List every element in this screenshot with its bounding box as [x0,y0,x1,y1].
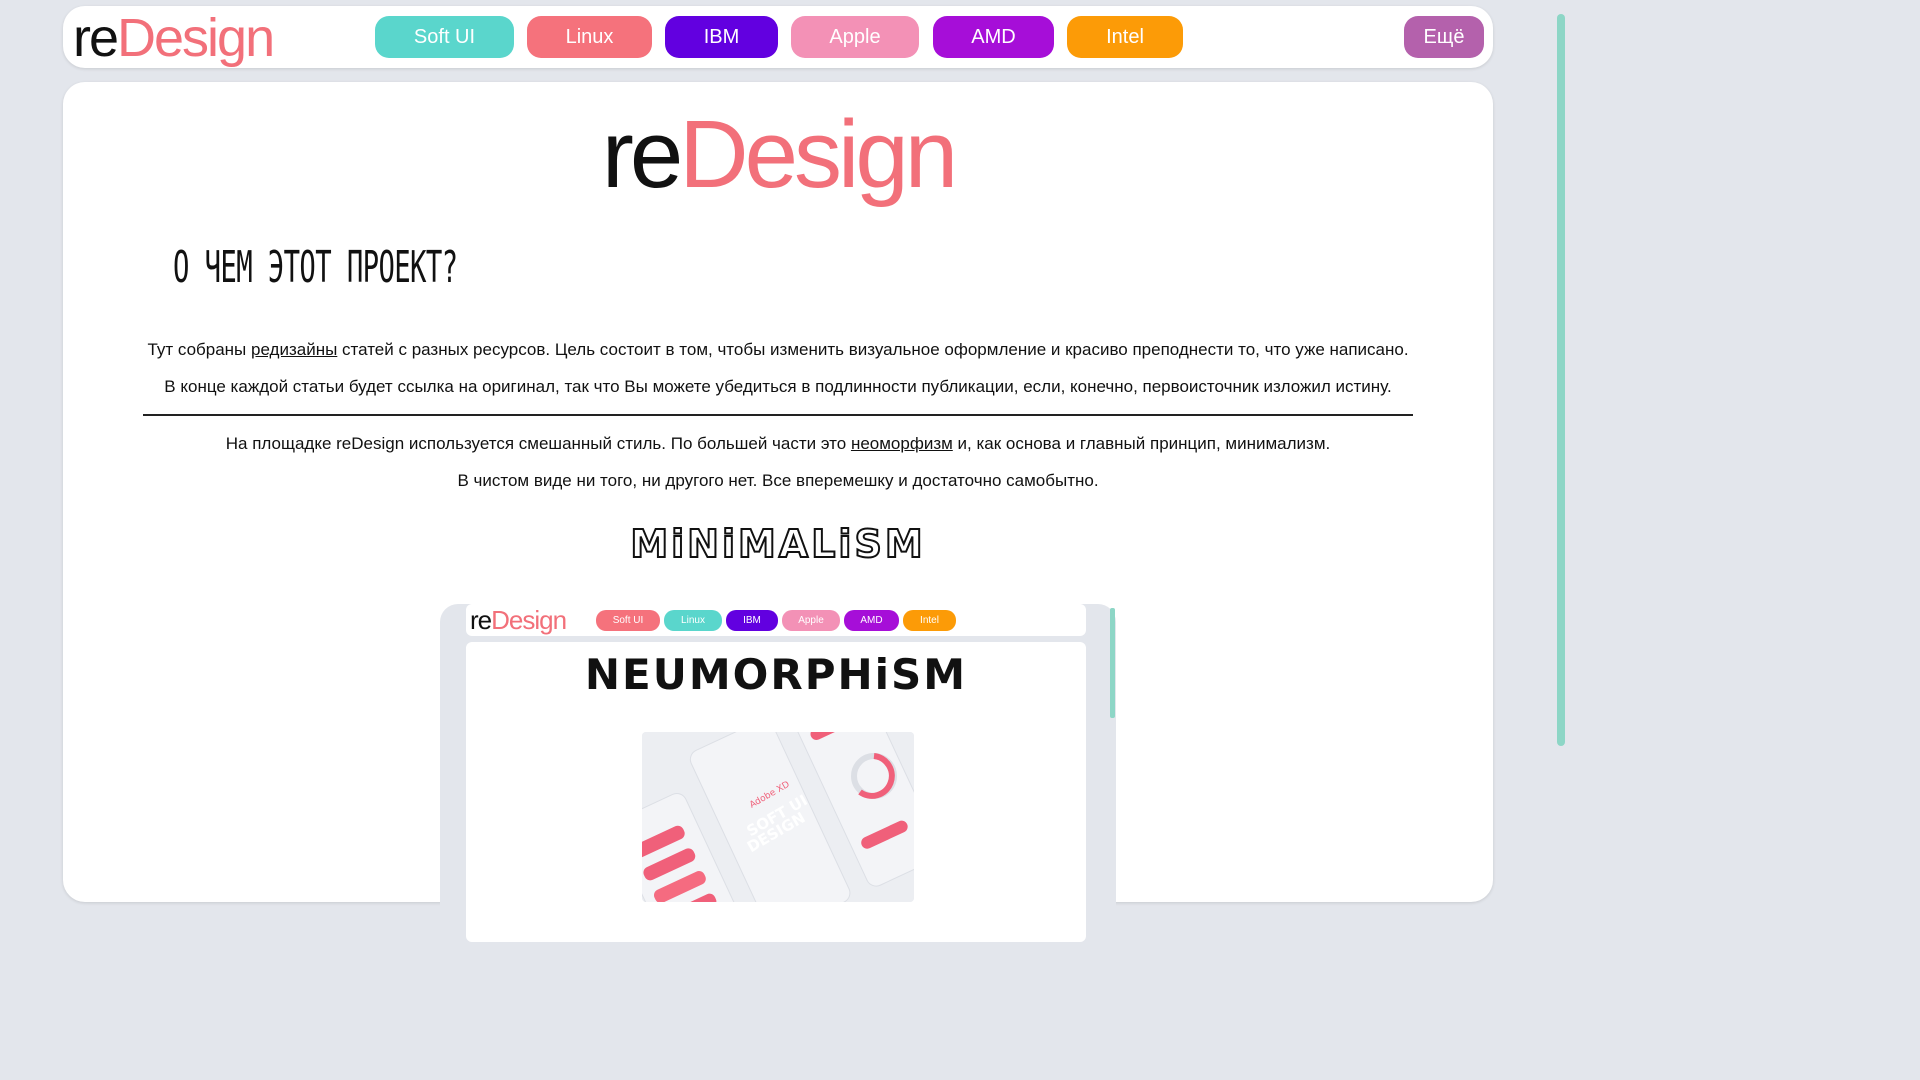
style-paragraph-1: На площадке reDesign используется смешан… [63,434,1493,454]
top-navbar: reDesign Soft UI Linux IBM Apple AMD Int… [63,6,1493,68]
preview-nav-soft-ui: Soft UI [596,610,660,631]
hero-re-text: re [601,101,683,208]
nav-button-ibm[interactable]: IBM [665,16,778,58]
redesigns-link[interactable]: редизайны [251,340,337,359]
about-heading: О ЧЕМ ЭТОТ ПРОЕКТ? [173,242,458,293]
main-content-card: reDesign О ЧЕМ ЭТОТ ПРОЕКТ? Тут собраны … [63,82,1493,942]
intro-p1-before: Тут собраны [147,340,251,359]
site-preview-image: reDesign Soft UI Linux IBM Apple AMD Int… [440,604,1116,942]
preview-nav-linux: Linux [664,610,722,631]
preview-card: NEUMORPHiSM Adobe XD SOFT UI DESIGN [466,642,1086,942]
logo-re-text: re [73,8,119,68]
preview-logo-re: re [470,605,492,635]
style-paragraph-2: В чистом виде ни того, ни другого нет. В… [457,471,1099,490]
preview-logo-design: Design [491,605,567,635]
nav-button-apple[interactable]: Apple [791,16,919,58]
preview-logo: reDesign [470,604,567,636]
style-p1-before: На площадке reDesign используется смешан… [225,434,851,453]
minimalism-heading: MiNiMALiSM [629,521,926,567]
preview-title: NEUMORPHiSM [584,650,968,699]
hero-logo: reDesign [63,100,1493,210]
site-logo[interactable]: reDesign [73,8,275,68]
hero-design-text: Design [679,101,958,208]
neumorphism-link[interactable]: неоморфизм [851,434,953,453]
soft-ui-illustration: Adobe XD SOFT UI DESIGN [642,732,914,902]
page-scrollbar-thumb[interactable] [1557,14,1565,746]
intro-paragraph-1: Тут собраны редизайны статей с разных ре… [63,340,1493,360]
nav-button-more[interactable]: Ещё [1404,16,1484,58]
preview-nav-amd: AMD [844,610,899,631]
preview-nav-intel: Intel [903,610,956,631]
nav-button-amd[interactable]: AMD [933,16,1054,58]
preview-nav-ibm: IBM [726,610,778,631]
preview-nav-apple: Apple [782,610,840,631]
section-divider [143,414,1413,416]
page-scrollbar[interactable] [1555,0,1568,882]
intro-p1-after: статей с разных ресурсов. Цель состоит в… [337,340,1409,359]
style-p1-after: и, как основа и главный принцип, минимал… [952,434,1331,453]
nav-button-linux[interactable]: Linux [527,16,652,58]
nav-button-intel[interactable]: Intel [1067,16,1183,58]
preview-scrollbar [1110,608,1115,718]
intro-paragraph-2: В конце каждой статьи будет ссылка на ор… [164,377,1392,396]
preview-navbar: reDesign Soft UI Linux IBM Apple AMD Int… [466,604,1086,636]
nav-button-soft-ui[interactable]: Soft UI [375,16,514,58]
logo-design-text: Design [117,8,275,68]
soft-ui-design-image: Adobe XD SOFT UI DESIGN [642,732,914,902]
